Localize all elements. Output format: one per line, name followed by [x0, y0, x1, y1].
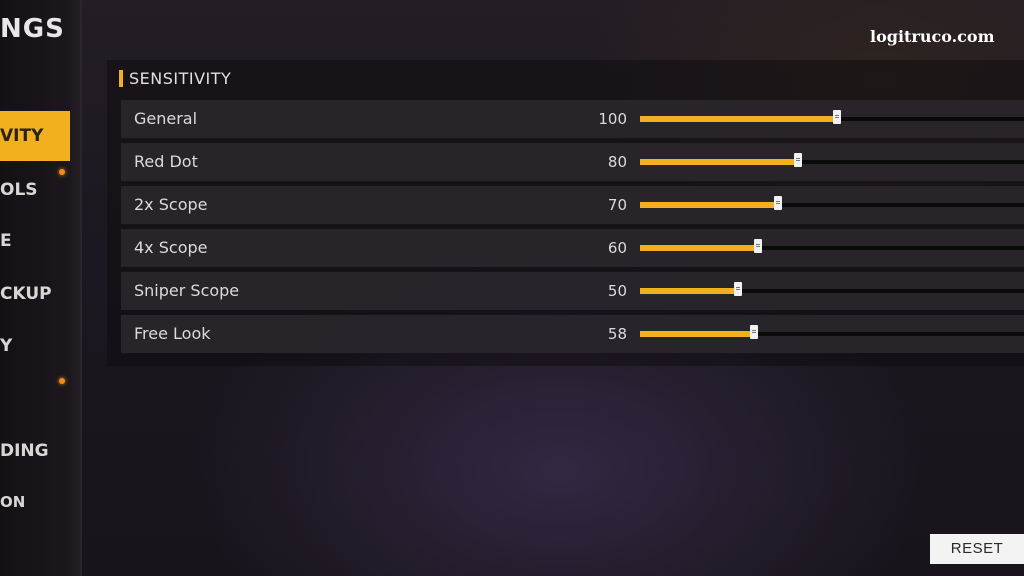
- setting-value: 60: [607, 239, 627, 257]
- slider-fill: [640, 159, 798, 165]
- slider-handle[interactable]: [794, 153, 802, 167]
- watermark: logitruco.com: [870, 27, 995, 46]
- notification-dot: [59, 378, 65, 384]
- sidebar-item-label: VITY: [0, 126, 44, 146]
- setting-label: Free Look: [134, 324, 211, 343]
- setting-value: 58: [607, 325, 627, 343]
- setting-label: 2x Scope: [134, 195, 208, 214]
- sensitivity-row-general: General 100: [121, 100, 1024, 138]
- sensitivity-row-4x-scope: 4x Scope 60: [121, 229, 1024, 267]
- setting-label: General: [134, 109, 198, 128]
- sidebar-item-label: E: [0, 231, 12, 251]
- settings-title: NGS: [0, 14, 65, 44]
- sensitivity-row-red-dot: Red Dot 80: [121, 143, 1024, 181]
- sidebar-item-label: DING: [0, 441, 49, 461]
- slider-handle[interactable]: [833, 110, 841, 124]
- section-header: SENSITIVITY: [119, 68, 231, 88]
- slider-handle[interactable]: [750, 325, 758, 339]
- notification-dot: [59, 169, 65, 175]
- setting-value: 80: [607, 153, 627, 171]
- slider-fill: [640, 245, 758, 251]
- slider-track[interactable]: [640, 196, 1024, 210]
- slider-track[interactable]: [640, 282, 1024, 296]
- slider-fill: [640, 202, 778, 208]
- slider-fill: [640, 116, 837, 122]
- settings-sidebar: NGS VITY OLS E CKUP Y DING ON: [0, 0, 82, 576]
- sidebar-item-label: Y: [0, 336, 13, 356]
- slider-fill: [640, 288, 738, 294]
- slider-handle[interactable]: [734, 282, 742, 296]
- slider-track[interactable]: [640, 239, 1024, 253]
- setting-label: Red Dot: [134, 152, 198, 171]
- setting-value: 100: [598, 110, 627, 128]
- sidebar-item-sensitivity[interactable]: VITY: [0, 111, 70, 161]
- setting-value: 70: [607, 196, 627, 214]
- slider-fill: [640, 331, 754, 337]
- setting-label: 4x Scope: [134, 238, 208, 257]
- slider-track[interactable]: [640, 153, 1024, 167]
- sensitivity-row-sniper-scope: Sniper Scope 50: [121, 272, 1024, 310]
- sidebar-item-5[interactable]: Y: [0, 321, 70, 371]
- slider-track[interactable]: [640, 110, 1024, 124]
- setting-label: Sniper Scope: [134, 281, 240, 300]
- sidebar-item-label: ON: [0, 493, 26, 511]
- slider-track[interactable]: [640, 325, 1024, 339]
- sidebar-item-label: CKUP: [0, 284, 52, 304]
- slider-handle[interactable]: [774, 196, 782, 210]
- slider-handle[interactable]: [754, 239, 762, 253]
- section-title: SENSITIVITY: [129, 68, 232, 88]
- sidebar-item-label: OLS: [0, 180, 38, 200]
- section-marker: [119, 69, 123, 87]
- sidebar-item-3[interactable]: E: [0, 216, 70, 266]
- sensitivity-row-free-look: Free Look 58: [121, 315, 1024, 353]
- setting-value: 50: [607, 282, 627, 300]
- reset-button[interactable]: RESET: [930, 534, 1024, 564]
- sensitivity-row-2x-scope: 2x Scope 70: [121, 186, 1024, 224]
- sidebar-item-pickup[interactable]: CKUP: [0, 269, 70, 319]
- sidebar-item-9[interactable]: ON: [0, 477, 70, 527]
- sidebar-item-8[interactable]: DING: [0, 426, 70, 476]
